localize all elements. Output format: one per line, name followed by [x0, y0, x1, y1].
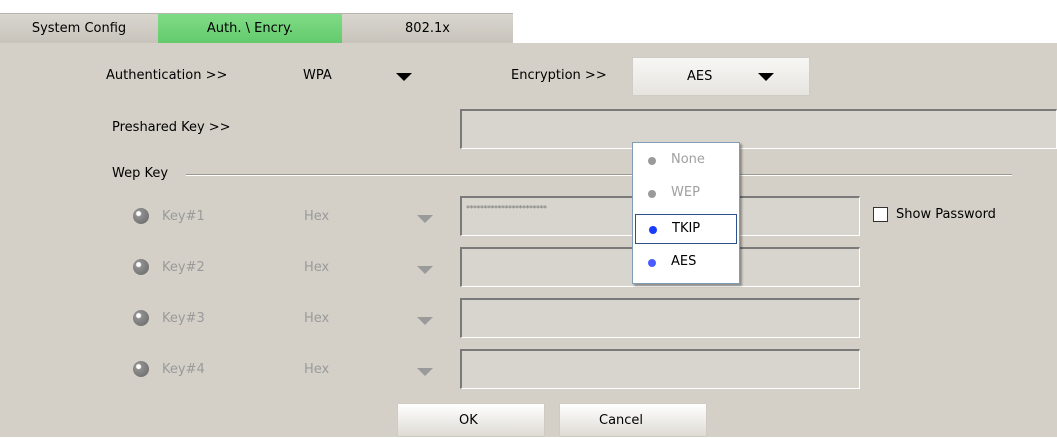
key4-format-value[interactable]: Hex: [304, 362, 329, 377]
encryption-option-none[interactable]: None: [635, 146, 737, 176]
key2-label: Key#2: [162, 260, 205, 275]
tab-label: Auth. \ Encry.: [206, 21, 294, 36]
key1-value: ***********************: [466, 204, 547, 213]
key3-label: Key#3: [162, 311, 205, 326]
preshared-key-label: Preshared Key >>: [112, 120, 231, 135]
dot-icon: [648, 157, 656, 165]
authentication-value: WPA: [303, 68, 332, 83]
preshared-key-input[interactable]: [460, 109, 1057, 149]
encryption-option-tkip[interactable]: TKIP: [635, 214, 737, 244]
option-label: WEP: [671, 185, 700, 200]
dot-icon: [648, 190, 656, 198]
cancel-button-label: Cancel: [599, 413, 644, 428]
authentication-select[interactable]: WPA: [295, 58, 435, 94]
option-label: TKIP: [672, 221, 701, 236]
key2-radio[interactable]: [133, 259, 149, 275]
encryption-option-wep[interactable]: WEP: [635, 179, 737, 209]
encryption-label: Encryption >>: [511, 68, 607, 83]
dot-icon: [648, 259, 656, 267]
key1-radio[interactable]: [133, 208, 149, 224]
key1-label: Key#1: [162, 209, 205, 224]
chevron-down-icon[interactable]: [417, 215, 433, 223]
option-label: None: [671, 152, 705, 167]
ok-button-label: OK: [459, 413, 478, 428]
ok-button[interactable]: OK: [397, 403, 545, 437]
tab-auth-encry[interactable]: Auth. \ Encry.: [158, 13, 342, 44]
wep-key-group-label: Wep Key: [112, 166, 169, 181]
group-divider: [740, 174, 1012, 176]
key4-input[interactable]: [460, 349, 860, 389]
chevron-down-icon[interactable]: [417, 368, 433, 376]
key1-format-value[interactable]: Hex: [304, 209, 329, 224]
encryption-option-aes[interactable]: AES: [635, 248, 737, 278]
cancel-button[interactable]: Cancel: [559, 403, 707, 437]
group-divider: [186, 174, 632, 176]
key4-radio[interactable]: [133, 361, 149, 377]
chevron-down-icon: [396, 73, 412, 81]
key4-label: Key#4: [162, 362, 205, 377]
chevron-down-icon[interactable]: [417, 266, 433, 274]
auth-encry-panel: Authentication >> WPA Encryption >> AES …: [0, 43, 1057, 437]
dot-icon: [649, 226, 657, 234]
tab-label: System Config: [31, 21, 127, 36]
tab-bar: System Config Auth. \ Encry. 802.1x: [0, 13, 1057, 44]
chevron-down-icon[interactable]: [417, 317, 433, 325]
show-password-label[interactable]: Show Password: [896, 207, 996, 222]
key3-radio[interactable]: [133, 310, 149, 326]
key2-format-value[interactable]: Hex: [304, 260, 329, 275]
authentication-label: Authentication >>: [106, 68, 228, 83]
key3-format-value[interactable]: Hex: [304, 311, 329, 326]
tab-8021x[interactable]: 802.1x: [342, 13, 513, 44]
encryption-select[interactable]: AES: [632, 57, 810, 96]
tab-system-config[interactable]: System Config: [0, 13, 158, 44]
chevron-down-icon: [758, 73, 774, 81]
tab-label: 802.1x: [405, 21, 450, 36]
option-label: AES: [671, 254, 697, 269]
encryption-value: AES: [687, 69, 713, 84]
encryption-dropdown-list: None WEP TKIP AES: [632, 142, 740, 284]
show-password-checkbox[interactable]: [873, 207, 888, 222]
key3-input[interactable]: [460, 298, 860, 338]
